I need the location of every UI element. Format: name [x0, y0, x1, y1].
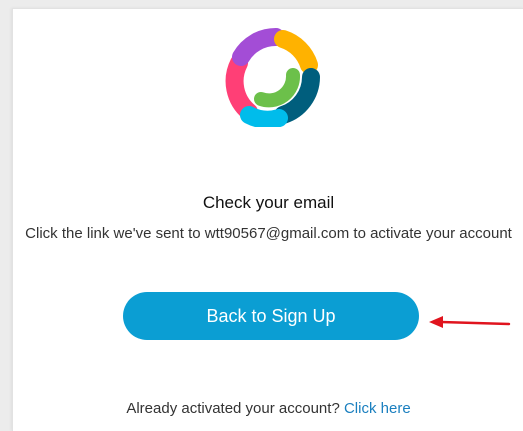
footer-prompt: Already activated your account? [126, 400, 340, 417]
red-arrow-icon [429, 316, 511, 328]
confirmation-card: Check your email Click the link we've se… [12, 8, 523, 431]
webex-logo-icon [225, 27, 320, 127]
footer-text: Already activated your account? Click he… [13, 400, 523, 417]
click-here-link[interactable]: Click here [344, 400, 411, 417]
instruction-text: Click the link we've sent to wtt90567@gm… [25, 225, 512, 242]
back-to-sign-up-button[interactable]: Back to Sign Up [123, 292, 419, 340]
page-title: Check your email [202, 193, 335, 212]
